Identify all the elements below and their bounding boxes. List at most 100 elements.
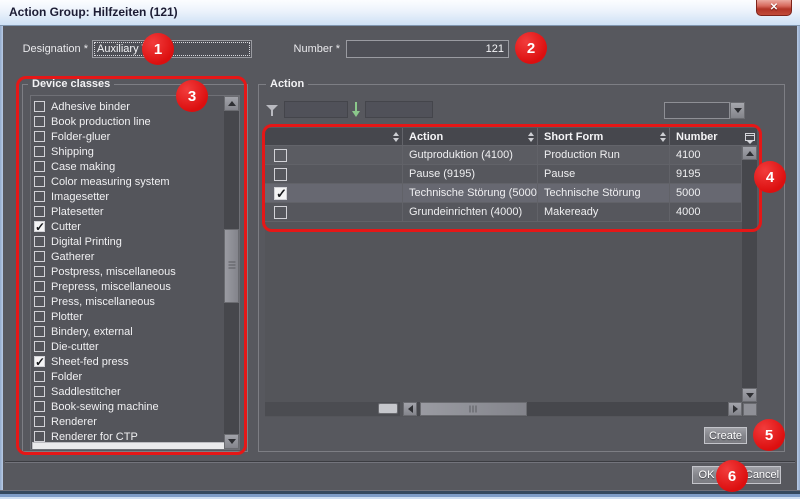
table-grid-icon bbox=[745, 133, 755, 141]
device-class-item[interactable]: Saddlestitcher bbox=[31, 384, 226, 399]
checkbox[interactable] bbox=[34, 401, 45, 412]
header-action-column[interactable]: Action bbox=[403, 128, 538, 146]
device-class-item[interactable]: Color measuring system bbox=[31, 174, 226, 189]
checkbox[interactable] bbox=[34, 341, 45, 352]
list-horizontal-scrollbar[interactable] bbox=[32, 442, 225, 450]
arrow-up-icon bbox=[746, 151, 754, 156]
cancel-button[interactable]: Cancel bbox=[743, 466, 781, 484]
filter-input[interactable] bbox=[284, 101, 348, 118]
cell-short-form: Pause bbox=[538, 165, 670, 183]
checkbox[interactable] bbox=[34, 416, 45, 427]
checkbox[interactable] bbox=[34, 311, 45, 322]
device-class-item[interactable]: Postpress, miscellaneous bbox=[31, 264, 226, 279]
checkbox[interactable] bbox=[34, 116, 45, 127]
checkbox[interactable] bbox=[274, 206, 287, 219]
sort-arrows-icon[interactable] bbox=[528, 132, 534, 142]
checkbox[interactable] bbox=[34, 326, 45, 337]
checkbox[interactable] bbox=[34, 356, 45, 367]
header-number-column[interactable]: Number bbox=[670, 128, 742, 146]
sort-input[interactable] bbox=[365, 101, 433, 118]
window-border-bottom bbox=[0, 490, 800, 499]
combobox-dropdown-button[interactable] bbox=[730, 102, 745, 119]
scrollbar-thumb[interactable] bbox=[224, 229, 239, 303]
cell-short-form: Production Run bbox=[538, 146, 670, 164]
checkbox[interactable] bbox=[34, 371, 45, 382]
device-class-item[interactable]: Book-sewing machine bbox=[31, 399, 226, 414]
action-combobox[interactable] bbox=[664, 102, 745, 119]
header-checkbox-column[interactable] bbox=[265, 128, 403, 146]
cell-number: 5000 bbox=[670, 184, 742, 202]
checkbox[interactable] bbox=[34, 221, 45, 232]
scrollbar-thumb[interactable] bbox=[420, 402, 527, 416]
arrow-right-icon bbox=[733, 405, 738, 413]
number-label: Number * bbox=[278, 43, 340, 55]
device-class-item[interactable]: Plotter bbox=[31, 309, 226, 324]
cell-number: 9195 bbox=[670, 165, 742, 183]
device-class-item[interactable]: Digital Printing bbox=[31, 234, 226, 249]
scroll-right-button[interactable] bbox=[728, 402, 742, 416]
checkbox[interactable] bbox=[34, 266, 45, 277]
title-bar[interactable]: Action Group: Hilfzeiten (121) ✕ bbox=[0, 0, 800, 26]
checkbox[interactable] bbox=[34, 206, 45, 217]
annotation-badge-1: 1 bbox=[142, 33, 174, 65]
device-class-item[interactable]: Folder bbox=[31, 369, 226, 384]
table-row[interactable]: Pause (9195) Pause 9195 bbox=[265, 165, 742, 184]
table-horizontal-scrollbar-stub[interactable] bbox=[265, 402, 400, 416]
checkbox[interactable] bbox=[34, 131, 45, 142]
device-class-label: Imagesetter bbox=[51, 191, 109, 203]
number-input[interactable]: 121 bbox=[346, 40, 509, 58]
device-class-label: Sheet-fed press bbox=[51, 356, 129, 368]
device-class-item[interactable]: Imagesetter bbox=[31, 189, 226, 204]
device-class-item[interactable]: Bindery, external bbox=[31, 324, 226, 339]
list-vertical-scrollbar[interactable] bbox=[224, 96, 239, 449]
scroll-up-button[interactable] bbox=[224, 96, 239, 111]
sort-arrows-icon[interactable] bbox=[393, 132, 399, 142]
device-class-item[interactable]: Die-cutter bbox=[31, 339, 226, 354]
device-class-item[interactable]: Press, miscellaneous bbox=[31, 294, 226, 309]
device-class-item[interactable]: Gatherer bbox=[31, 249, 226, 264]
checkbox[interactable] bbox=[34, 386, 45, 397]
header-short-form-column[interactable]: Short Form bbox=[538, 128, 670, 146]
device-class-item[interactable]: Renderer bbox=[31, 414, 226, 429]
create-button[interactable]: Create bbox=[704, 427, 747, 444]
table-vertical-scrollbar[interactable] bbox=[742, 146, 757, 402]
checkbox[interactable] bbox=[34, 296, 45, 307]
scroll-left-button[interactable] bbox=[403, 402, 417, 416]
checkbox[interactable] bbox=[34, 146, 45, 157]
device-class-item[interactable]: Book production line bbox=[31, 114, 226, 129]
device-class-item[interactable]: Cutter bbox=[31, 219, 226, 234]
scrollbar-thumb[interactable] bbox=[378, 403, 398, 414]
column-settings-button[interactable] bbox=[742, 128, 757, 146]
device-class-list[interactable]: Adhesive binder Book production line Fol… bbox=[30, 95, 240, 450]
checkbox[interactable] bbox=[34, 251, 45, 262]
checkbox[interactable] bbox=[34, 431, 45, 442]
table-row[interactable]: Technische Störung (5000) Technische Stö… bbox=[265, 184, 742, 203]
checkbox[interactable] bbox=[34, 236, 45, 247]
checkbox[interactable] bbox=[34, 191, 45, 202]
device-class-item[interactable]: Platesetter bbox=[31, 204, 226, 219]
sort-arrows-icon[interactable] bbox=[660, 132, 666, 142]
device-class-item[interactable]: Prepress, miscellaneous bbox=[31, 279, 226, 294]
table-horizontal-scrollbar[interactable] bbox=[403, 402, 742, 416]
scroll-down-button[interactable] bbox=[742, 388, 757, 402]
close-button[interactable]: ✕ bbox=[756, 0, 792, 16]
device-class-item[interactable]: Shipping bbox=[31, 144, 226, 159]
device-class-item[interactable]: Case making bbox=[31, 159, 226, 174]
table-row[interactable]: Gutproduktion (4100) Production Run 4100 bbox=[265, 146, 742, 165]
checkbox[interactable] bbox=[34, 161, 45, 172]
device-class-item[interactable]: Folder-gluer bbox=[31, 129, 226, 144]
table-row[interactable]: Grundeinrichten (4000) Makeready 4000 bbox=[265, 203, 742, 222]
checkbox[interactable] bbox=[34, 176, 45, 187]
scroll-up-button[interactable] bbox=[742, 146, 757, 160]
cell-number: 4100 bbox=[670, 146, 742, 164]
checkbox[interactable] bbox=[274, 187, 287, 200]
device-class-label: Bindery, external bbox=[51, 326, 133, 338]
combobox-value[interactable] bbox=[664, 102, 730, 119]
checkbox[interactable] bbox=[274, 149, 287, 162]
device-class-item[interactable]: Sheet-fed press bbox=[31, 354, 226, 369]
scroll-down-button[interactable] bbox=[224, 434, 239, 449]
checkbox[interactable] bbox=[274, 168, 287, 181]
checkbox[interactable] bbox=[34, 281, 45, 292]
number-value: 121 bbox=[486, 43, 504, 55]
checkbox[interactable] bbox=[34, 101, 45, 112]
